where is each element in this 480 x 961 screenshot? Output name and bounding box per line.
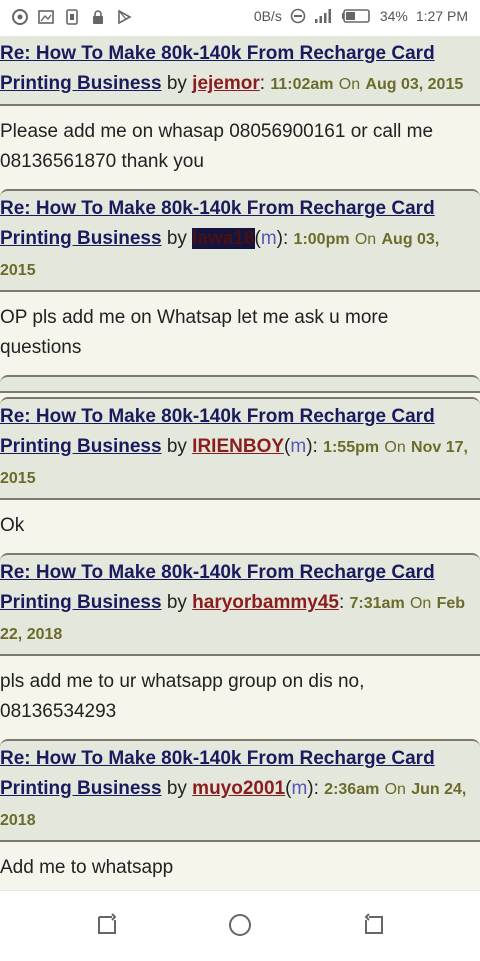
post-body: OP pls add me on Whatsap let me ask u mo… [0,292,480,375]
notification-icons [12,9,132,25]
gallery-icon [38,10,54,24]
back-icon[interactable] [360,911,388,939]
post-separator [0,375,480,393]
username-link[interactable]: IRIENBOY [192,436,284,457]
status-bar: 0B/s 34% 1:27 PM [0,0,480,36]
post-body: pls add me to ur whatsapp group on dis n… [0,656,480,739]
post-body: Please add me on whasap 08056900161 or c… [0,106,480,189]
post-header: Re: How To Make 80k-140k From Recharge C… [0,739,480,842]
by-label: by [166,73,187,94]
battery-icon [341,9,370,23]
on-label: On [354,231,377,248]
post-header: Re: How To Make 80k-140k From Recharge C… [0,36,480,106]
recent-apps-icon[interactable] [93,911,121,939]
post-body: Ok [0,500,480,553]
chrome-icon [12,9,28,25]
play-store-icon [118,9,132,25]
by-label: by [166,778,187,799]
by-label: by [166,228,187,249]
by-label: by [166,592,187,613]
signal-icon [314,9,331,23]
post-time: 2:36am [324,781,380,798]
post-header: Re: How To Make 80k-140k From Recharge C… [0,553,480,656]
network-speed: 0B/s [253,8,282,24]
by-label: by [166,436,187,457]
on-label: On [384,439,406,456]
post-time: 11:02am [270,76,334,93]
on-label: On [409,595,432,612]
username-link[interactable]: lawa18 [192,228,255,249]
clock: 1:27 PM [415,8,468,24]
thread-content[interactable]: Re: How To Make 80k-140k From Recharge C… [0,36,480,890]
username-link[interactable]: jejemor [192,73,260,94]
gender-marker: m [290,436,307,457]
on-label: On [384,781,406,798]
gender-marker: m [291,778,308,799]
post-header: Re: How To Make 80k-140k From Recharge C… [0,397,480,500]
do-not-disturb-icon [290,8,306,24]
post-body: Add me to whatsapp [0,842,480,890]
gender-marker: m [260,228,277,249]
post-header: Re: How To Make 80k-140k From Recharge C… [0,189,480,292]
username-link[interactable]: haryorbammy45 [192,592,339,613]
system-indicators: 0B/s 34% 1:27 PM [254,8,468,24]
post-time: 1:55pm [323,439,380,456]
username-link[interactable]: muyo2001 [192,778,285,799]
post-time: 1:00pm [293,231,350,248]
lock-icon [93,10,103,24]
navigation-bar [0,890,480,961]
post-time: 7:31am [349,595,405,612]
battery-percent: 34% [379,8,408,24]
sim-icon [66,9,78,25]
post-date: Aug 03, 2015 [365,76,464,93]
on-label: On [338,76,361,93]
home-icon[interactable] [226,911,254,939]
